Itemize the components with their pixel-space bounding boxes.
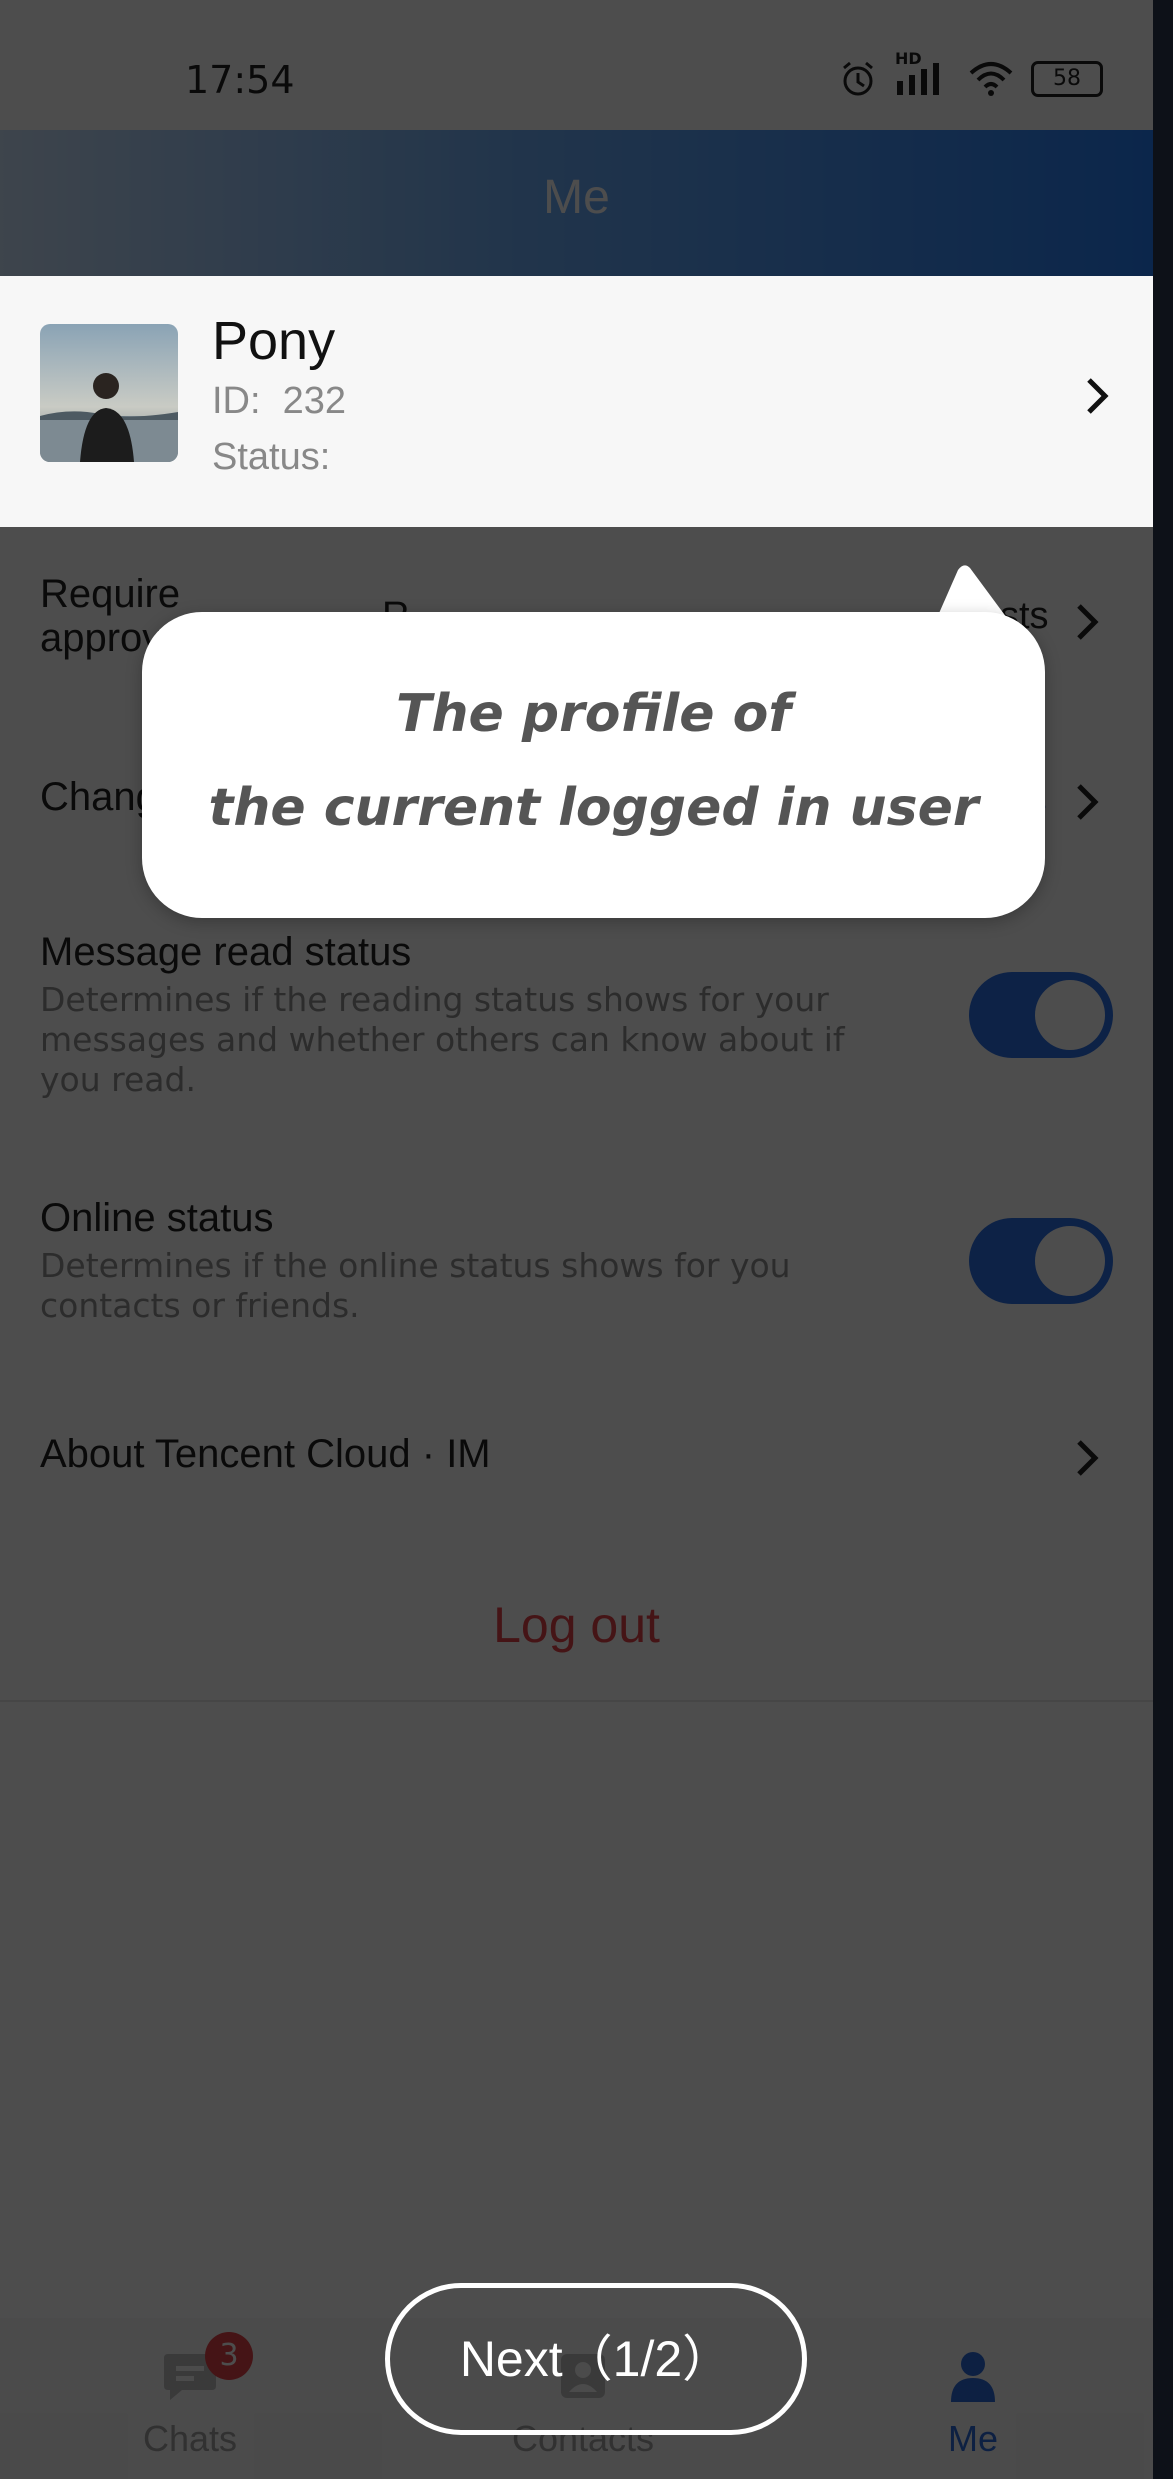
page-title: Me <box>543 171 610 224</box>
chevron-right-icon <box>1073 782 1103 826</box>
divider <box>0 1700 1153 1702</box>
tab-me[interactable]: Me <box>823 2318 1123 2479</box>
message-read-status-title: Message read status <box>40 930 412 974</box>
chevron-right-icon <box>1083 376 1113 420</box>
online-status-row: Online status Determines if the online s… <box>0 1196 1153 1326</box>
status-time: 17:54 <box>185 58 295 102</box>
guide-tooltip: The profile of the current logged in use… <box>142 612 1045 918</box>
me-screen: 17:54 HD 58 Me Pony ID: 232 Status: Requ… <box>0 0 1173 2479</box>
profile-id: ID: 232 <box>212 380 346 423</box>
network-type-label: HD <box>895 49 922 68</box>
tooltip-text-line1: The profile of <box>396 684 791 744</box>
profile-id-label: ID: <box>212 380 261 422</box>
edge-strip <box>1153 0 1173 2479</box>
alarm-icon <box>839 60 877 98</box>
profile-id-value: 232 <box>282 380 346 422</box>
status-icons: HD 58 <box>839 49 1103 98</box>
online-status-title: Online status <box>40 1196 274 1240</box>
message-read-status-description: Determines if the reading status shows f… <box>40 980 845 1099</box>
profile-card[interactable]: Pony ID: 232 Status: <box>0 276 1153 527</box>
tab-me-label: Me <box>947 2418 998 2459</box>
status-bar: 17:54 HD 58 <box>0 0 1173 130</box>
app-bar: Me <box>0 130 1153 276</box>
tooltip-text-line2: the current logged in user <box>208 778 979 838</box>
wifi-icon <box>969 61 1013 97</box>
signal-icon: HD <box>895 49 951 97</box>
avatar <box>40 324 178 462</box>
chevron-right-icon <box>1073 1438 1103 1482</box>
chevron-right-icon <box>1073 602 1103 646</box>
battery-indicator: 58 <box>1031 61 1103 97</box>
chat-bubble-icon <box>40 2348 340 2404</box>
friend-request-title-line1: Require <box>40 572 181 616</box>
online-status-description: Determines if the online status shows fo… <box>40 1246 791 1325</box>
online-status-toggle[interactable] <box>969 1218 1113 1304</box>
unread-badge: 3 <box>205 2332 253 2380</box>
next-button[interactable]: Next（1/2） <box>385 2283 807 2435</box>
message-read-status-toggle[interactable] <box>969 972 1113 1058</box>
toggle-knob <box>1035 1226 1105 1296</box>
about-title: About Tencent Cloud · IM <box>40 1432 491 1476</box>
profile-status: Status: <box>212 436 331 478</box>
about-row[interactable]: About Tencent Cloud · IM <box>0 1432 1153 1492</box>
message-read-status-row: Message read status Determines if the re… <box>0 930 1153 1110</box>
toggle-knob <box>1035 980 1105 1050</box>
tab-chats-label: Chats <box>142 2418 238 2459</box>
tab-chats[interactable]: 3 Chats <box>40 2318 340 2479</box>
logout-button[interactable]: Log out <box>0 1596 1153 1654</box>
profile-name: Pony <box>212 311 336 371</box>
person-icon <box>823 2348 1123 2404</box>
change-row-title: Chang <box>40 775 158 819</box>
